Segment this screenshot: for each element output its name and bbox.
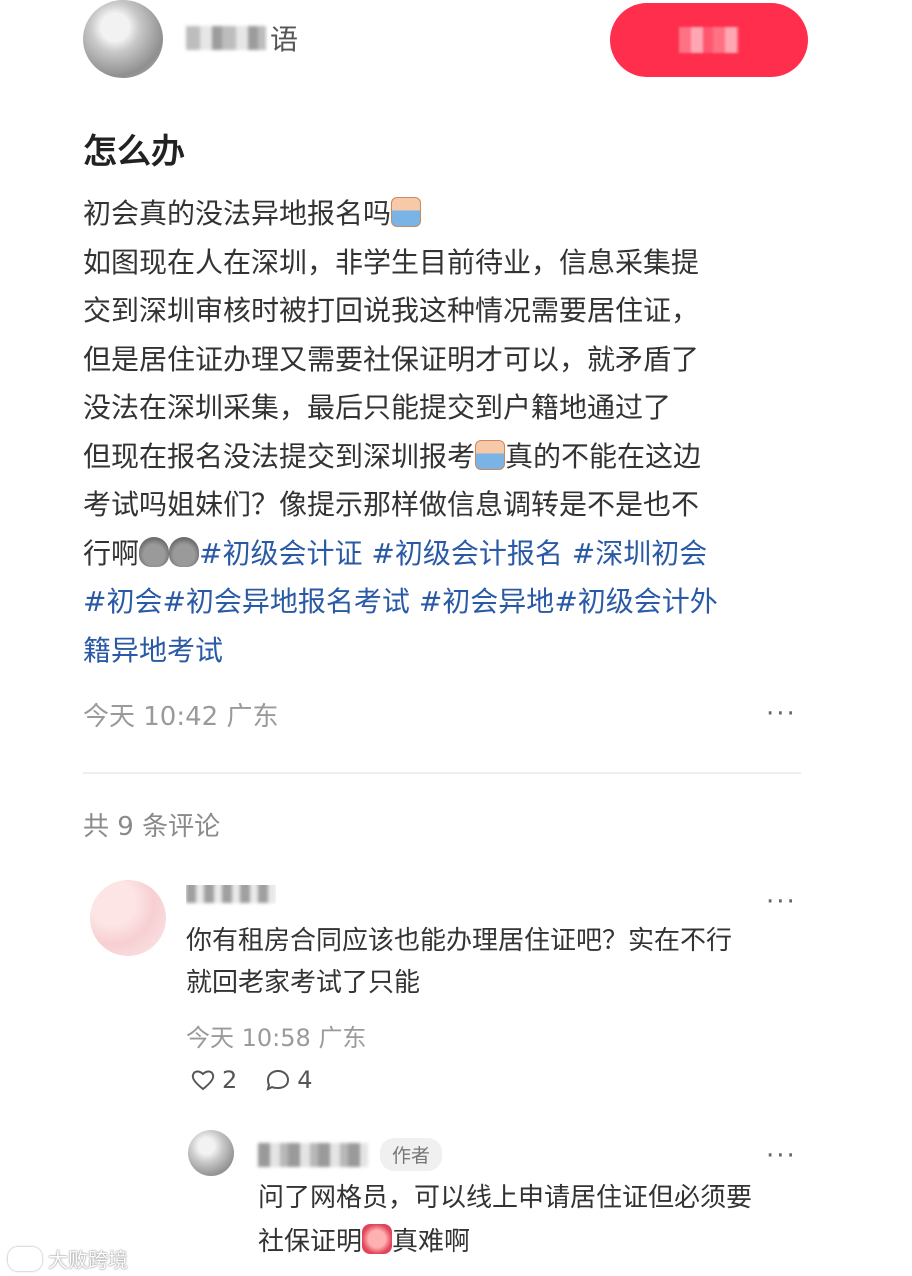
crying-emoji-icon bbox=[475, 439, 506, 470]
author-avatar[interactable] bbox=[83, 0, 163, 78]
note-location: 广东 bbox=[226, 702, 279, 732]
reply-button[interactable]: 4 bbox=[265, 1066, 313, 1094]
watermark: 大败跨境 bbox=[8, 1244, 128, 1273]
note-line: 但现在报名没法提交到深圳报考 真的不能在这边 bbox=[83, 433, 803, 482]
note-more-icon[interactable]: ··· bbox=[766, 701, 797, 727]
like-button[interactable]: 2 bbox=[190, 1066, 237, 1094]
poop-emoji-icon bbox=[139, 536, 170, 567]
blurred-reply-author-name bbox=[258, 1142, 368, 1167]
reply-author-name[interactable]: 作者 bbox=[258, 1138, 443, 1171]
reply-text-part: 真难啊 bbox=[392, 1227, 471, 1257]
note-text: 初会真的没法异地报名吗 bbox=[83, 197, 392, 230]
note-line: 如图现在人在深圳，非学生目前待业，信息采集提 bbox=[83, 245, 700, 279]
note-line: 初会真的没法异地报名吗 bbox=[83, 190, 803, 239]
hashtag-link[interactable]: #深圳初会 bbox=[572, 537, 707, 570]
commenter-avatar[interactable] bbox=[90, 880, 166, 956]
author-badge: 作者 bbox=[380, 1138, 443, 1171]
hashtag-link[interactable]: #初级会计证 bbox=[199, 537, 362, 570]
note-text: 行啊 bbox=[83, 536, 140, 570]
author-name-visible: 语 bbox=[270, 23, 299, 56]
like-count: 2 bbox=[222, 1066, 238, 1094]
comment-more-icon[interactable]: ··· bbox=[766, 889, 797, 915]
comment-line: 你有租房合同应该也能办理居住证吧？实在不行 bbox=[186, 926, 733, 956]
comment-actions: 2 4 bbox=[190, 1066, 341, 1094]
blurred-commenter-name bbox=[186, 885, 276, 903]
reply-line: 社保证明 真难啊 bbox=[258, 1220, 818, 1264]
hashtag-link[interactable]: #初会异地报名考试 bbox=[162, 585, 409, 618]
reply-author-avatar[interactable] bbox=[188, 1130, 234, 1176]
comment-count: 共 9 条评论 bbox=[83, 812, 221, 842]
note-line: 交到深圳审核时被打回说我这种情况需要居住证， bbox=[83, 294, 700, 327]
divider bbox=[83, 772, 801, 774]
note-line: 但是居住证办理又需要社保证明才可以，就矛盾了 bbox=[83, 342, 700, 376]
reply-line: 问了网格员，可以线上申请居住证但必须要 bbox=[258, 1183, 753, 1213]
comment-location: 广东 bbox=[318, 1024, 367, 1052]
reply-text-part: 社保证明 bbox=[258, 1227, 363, 1257]
note-time: 今天 10:42 bbox=[83, 702, 219, 732]
reply-more-icon[interactable]: ··· bbox=[766, 1143, 797, 1169]
note-body: 初会真的没法异地报名吗 如图现在人在深圳，非学生目前待业，信息采集提 交到深圳审… bbox=[83, 190, 803, 675]
note-line: 没法在深圳采集，最后只能提交到户籍地通过了 bbox=[83, 391, 672, 424]
note-line: 考试吗姐妹们？像提示那样做信息调转是不是也不 bbox=[83, 488, 700, 521]
note-line: 籍异地考试 bbox=[83, 627, 803, 676]
comment-meta: 今天 10:58 广东 bbox=[186, 1018, 366, 1053]
commenter-name[interactable] bbox=[186, 885, 276, 909]
comment-line: 就回老家考试了只能 bbox=[186, 968, 421, 998]
hashtag-link[interactable]: #初会异地 bbox=[419, 585, 554, 618]
note-text: 真的不能在这边 bbox=[505, 439, 702, 473]
blurred-author-name bbox=[186, 26, 266, 50]
note-title: 怎么办 bbox=[83, 132, 185, 172]
angry-emoji-icon bbox=[362, 1224, 393, 1254]
heart-icon bbox=[191, 1070, 215, 1091]
watermark-logo-icon bbox=[8, 1246, 42, 1271]
comment-text: 你有租房合同应该也能办理居住证吧？实在不行 就回老家考试了只能 bbox=[186, 920, 806, 1004]
author-name[interactable]: 语 bbox=[186, 18, 316, 58]
hashtag-link[interactable]: #初级会计外 bbox=[554, 585, 717, 618]
reply-count: 4 bbox=[297, 1066, 313, 1094]
note-meta: 今天 10:42 广东 bbox=[83, 696, 278, 733]
note-line: #初会#初会异地报名考试 #初会异地#初级会计外 bbox=[83, 578, 803, 627]
blurred-follow-label bbox=[679, 27, 739, 53]
poop-emoji-icon bbox=[169, 536, 200, 567]
crying-emoji-icon bbox=[391, 197, 422, 227]
note-line: 行啊 #初级会计证 #初级会计报名 #深圳初会 bbox=[83, 530, 803, 579]
hashtag-link[interactable]: #初会 bbox=[83, 585, 162, 618]
follow-button[interactable] bbox=[610, 3, 808, 77]
hashtag-link[interactable]: 籍异地考试 bbox=[83, 634, 223, 667]
comment-bubble-icon bbox=[266, 1069, 290, 1091]
reply-text: 问了网格员，可以线上申请居住证但必须要 社保证明 真难啊 bbox=[258, 1176, 818, 1264]
comment-time: 今天 10:58 bbox=[186, 1024, 311, 1052]
note-text: 但现在报名没法提交到深圳报考 bbox=[83, 439, 476, 473]
watermark-text: 大败跨境 bbox=[48, 1248, 128, 1272]
hashtag-link[interactable]: #初级会计报名 bbox=[371, 537, 562, 570]
